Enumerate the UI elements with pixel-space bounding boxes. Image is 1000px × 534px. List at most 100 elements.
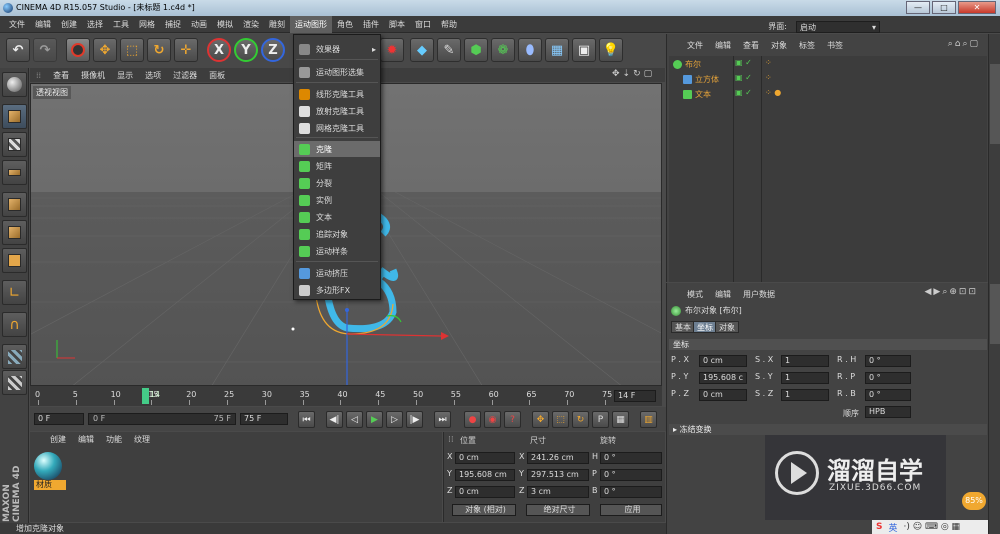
move-icon[interactable]: ✥ (93, 38, 117, 62)
attr-pos-field[interactable]: 195.608 c (699, 372, 747, 384)
menu-2[interactable]: 创建 (56, 16, 82, 33)
mograph-item-3[interactable]: 放射克隆工具 (294, 103, 380, 119)
attr-menu-1[interactable]: 编辑 (709, 289, 737, 300)
attr-tab-0[interactable]: 基本 (671, 321, 695, 333)
world-icon[interactable]: ✛ (174, 38, 198, 62)
material-swatch[interactable]: 材质 (34, 452, 66, 490)
mograph-item-4[interactable]: 网格克隆工具 (294, 120, 380, 136)
lock-icon[interactable] (2, 370, 27, 395)
timeline-ruler[interactable]: 0 5 10 15 20 25 30 35 40 45 50 55 60 65 70 75 14 (35, 386, 642, 406)
perf-badge[interactable]: 85% (962, 492, 986, 510)
viewport-menu-0[interactable]: 查看 (47, 70, 75, 81)
attr-scale-field[interactable]: 1 (781, 372, 829, 384)
coord-size-field[interactable]: 241.26 cm (527, 452, 589, 464)
object-menu-1[interactable]: 编辑 (709, 40, 737, 51)
mograph-item-10[interactable]: 追踪对象 (294, 226, 380, 242)
coord-rotation-field[interactable]: 0 ° (600, 469, 662, 481)
object-menu-3[interactable]: 对象 (765, 40, 793, 51)
deformer-icon[interactable]: ⬮ (518, 38, 542, 62)
record-icon[interactable]: ● (464, 411, 481, 428)
side-tab-objects[interactable] (990, 64, 1000, 144)
camera-icon[interactable]: ▣ (572, 38, 596, 62)
coord-position-field[interactable]: 0 cm (455, 452, 515, 464)
ime-toolbar[interactable]: S 英 ·) ☺ ⌨ ◎ ▦ (872, 520, 988, 534)
key-scale-icon[interactable]: ⬚ (552, 411, 569, 428)
coord-size-mode-dropdown[interactable]: 绝对尺寸 (526, 504, 590, 516)
mograph-item-11[interactable]: 运动样条 (294, 243, 380, 259)
viewport-menu-2[interactable]: 显示 (111, 70, 139, 81)
close-button[interactable]: ✕ (958, 1, 996, 14)
attr-tab-2[interactable]: 对象 (715, 321, 739, 333)
mograph-item-2[interactable]: 线形克隆工具 (294, 86, 380, 102)
cube-icon[interactable]: ◆ (410, 38, 434, 62)
auto-key-icon[interactable]: ◉ (484, 411, 501, 428)
object-manager-tools[interactable]: ⌕⌂⌕▢ (948, 39, 980, 49)
mograph-item-7[interactable]: 分裂 (294, 175, 380, 191)
viewport-nav-icons[interactable]: ✥⇣↻▢ (612, 69, 655, 79)
mograph-item-8[interactable]: 实例 (294, 192, 380, 208)
apply-button[interactable]: 应用 (600, 504, 662, 516)
menu-9[interactable]: 渲染 (238, 16, 264, 33)
object-row[interactable]: 立方体 (683, 73, 719, 86)
start-frame-field[interactable]: 0 F (34, 413, 84, 425)
object-tag-icon[interactable]: ⁘ ● (765, 88, 781, 97)
menu-10[interactable]: 雕刻 (264, 16, 290, 33)
play-icon[interactable]: ▶ (366, 411, 383, 428)
menu-3[interactable]: 选择 (82, 16, 108, 33)
viewport-menu-3[interactable]: 选项 (139, 70, 167, 81)
attr-scale-field[interactable]: 1 (781, 389, 829, 401)
attr-rot-field[interactable]: 0 ° (865, 372, 911, 384)
prev-frame-icon[interactable]: ◁ (346, 411, 363, 428)
mograph-item-12[interactable]: 运动挤压 (294, 265, 380, 281)
frame-range-slider[interactable]: 0 F 75 F (88, 413, 236, 425)
object-visibility-flags[interactable]: ▣ ✓ (735, 73, 752, 82)
object-menu-2[interactable]: 查看 (737, 40, 765, 51)
redo-icon[interactable]: ↷ (33, 38, 57, 62)
material-menu-1[interactable]: 编辑 (72, 434, 100, 445)
coord-rotation-field[interactable]: 0 ° (600, 486, 662, 498)
key-pla-icon[interactable]: ▦ (612, 411, 629, 428)
z-axis-icon[interactable]: Z (261, 38, 285, 62)
object-visibility-flags[interactable]: ▣ ✓ (735, 58, 752, 67)
material-menu-0[interactable]: 创建 (44, 434, 72, 445)
object-tag-icon[interactable]: ⁘ (765, 58, 772, 67)
menu-0[interactable]: 文件 (4, 16, 30, 33)
end-frame-field[interactable]: 75 F (240, 413, 288, 425)
menu-5[interactable]: 网格 (134, 16, 160, 33)
next-frame-icon[interactable]: ▷ (386, 411, 403, 428)
attr-pos-field[interactable]: 0 cm (699, 355, 747, 367)
points-mode-icon[interactable] (2, 192, 27, 217)
menu-12[interactable]: 角色 (332, 16, 358, 33)
attr-scale-field[interactable]: 1 (781, 355, 829, 367)
key-param-icon[interactable]: P (592, 411, 609, 428)
object-menu-5[interactable]: 书签 (821, 40, 849, 51)
object-menu-0[interactable]: 文件 (681, 40, 709, 51)
ime-mode[interactable]: 英 (888, 521, 897, 534)
maximize-button[interactable]: □ (932, 1, 956, 14)
timeline-settings-icon[interactable]: ▥ (640, 411, 657, 428)
coord-size-field[interactable]: 297.513 cm (527, 469, 589, 481)
snap-icon[interactable] (2, 344, 27, 369)
material-menu-3[interactable]: 纹理 (128, 434, 156, 445)
attr-menu-2[interactable]: 用户数据 (737, 289, 781, 300)
edges-mode-icon[interactable] (2, 220, 27, 245)
x-axis-icon[interactable]: X (207, 38, 231, 62)
attr-pos-field[interactable]: 0 cm (699, 389, 747, 401)
polygons-mode-icon[interactable] (2, 248, 27, 273)
minimize-button[interactable]: — (906, 1, 930, 14)
nurbs-icon[interactable]: ⬢ (464, 38, 488, 62)
attr-tab-1[interactable]: 坐标 (693, 321, 717, 333)
menu-13[interactable]: 插件 (358, 16, 384, 33)
pen-icon[interactable]: ✎ (437, 38, 461, 62)
attr-rot-field[interactable]: 0 ° (865, 355, 911, 367)
viewport-menu-4[interactable]: 过滤器 (167, 70, 203, 81)
menu-11[interactable]: 运动图形 (290, 15, 332, 33)
coord-position-field[interactable]: 0 cm (455, 486, 515, 498)
mograph-item-9[interactable]: 文本 (294, 209, 380, 225)
scene-icon[interactable]: ▦ (545, 38, 569, 62)
ime-icons[interactable]: ·) ☺ ⌨ ◎ ▦ (904, 522, 961, 532)
axis-mode-icon[interactable]: ∟ (2, 280, 27, 305)
coord-position-field[interactable]: 195.608 cm (455, 469, 515, 481)
viewport-menu-5[interactable]: 面板 (203, 70, 231, 81)
array-icon[interactable]: ❁ (491, 38, 515, 62)
